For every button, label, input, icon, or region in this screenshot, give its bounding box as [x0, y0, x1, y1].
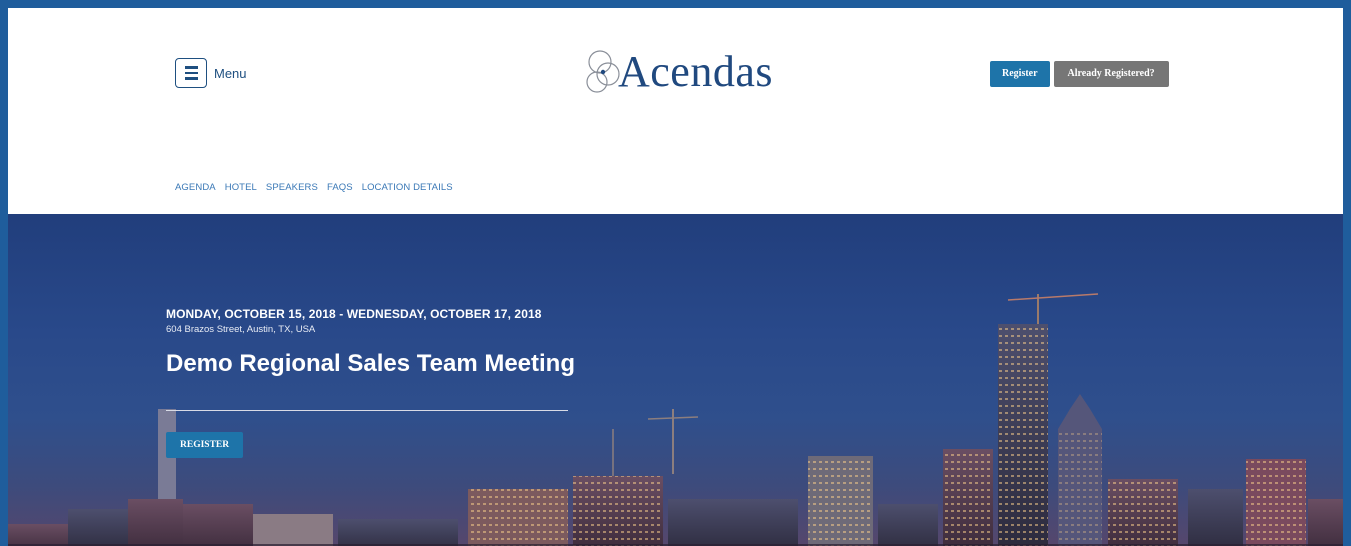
already-registered-button[interactable]: Already Registered? [1053, 61, 1169, 87]
city-skyline-image [8, 293, 1343, 546]
register-button[interactable]: Register [990, 61, 1050, 87]
menu-button[interactable]: Menu [175, 58, 247, 88]
nav-hotel[interactable]: HOTEL [225, 182, 257, 193]
main-nav: AGENDA HOTEL SPEAKERS FAQS LOCATION DETA… [175, 182, 453, 193]
acendas-logo[interactable]: Acendas [578, 41, 773, 101]
event-address: 604 Brazos Street, Austin, TX, USA [166, 324, 316, 335]
hero-banner: MONDAY, OCTOBER 15, 2018 - WEDNESDAY, OC… [8, 214, 1343, 546]
hero-register-button[interactable]: REGISTER [166, 432, 244, 458]
nav-location-details[interactable]: LOCATION DETAILS [362, 182, 453, 193]
hero-divider [166, 410, 568, 411]
logo-text: Acendas [618, 46, 773, 96]
hamburger-icon[interactable] [175, 58, 207, 88]
nav-faqs[interactable]: FAQS [327, 182, 353, 193]
nav-speakers[interactable]: SPEAKERS [266, 182, 318, 193]
browser-frame: Menu Acendas Register Already Registered… [0, 0, 1351, 546]
header-actions: Register Already Registered? [990, 61, 1169, 87]
event-date-range: MONDAY, OCTOBER 15, 2018 - WEDNESDAY, OC… [166, 307, 542, 321]
menu-label: Menu [214, 65, 247, 81]
nav-agenda[interactable]: AGENDA [175, 182, 216, 193]
event-title: Demo Regional Sales Team Meeting [166, 350, 575, 377]
site-header: Menu Acendas Register Already Registered… [8, 8, 1343, 214]
